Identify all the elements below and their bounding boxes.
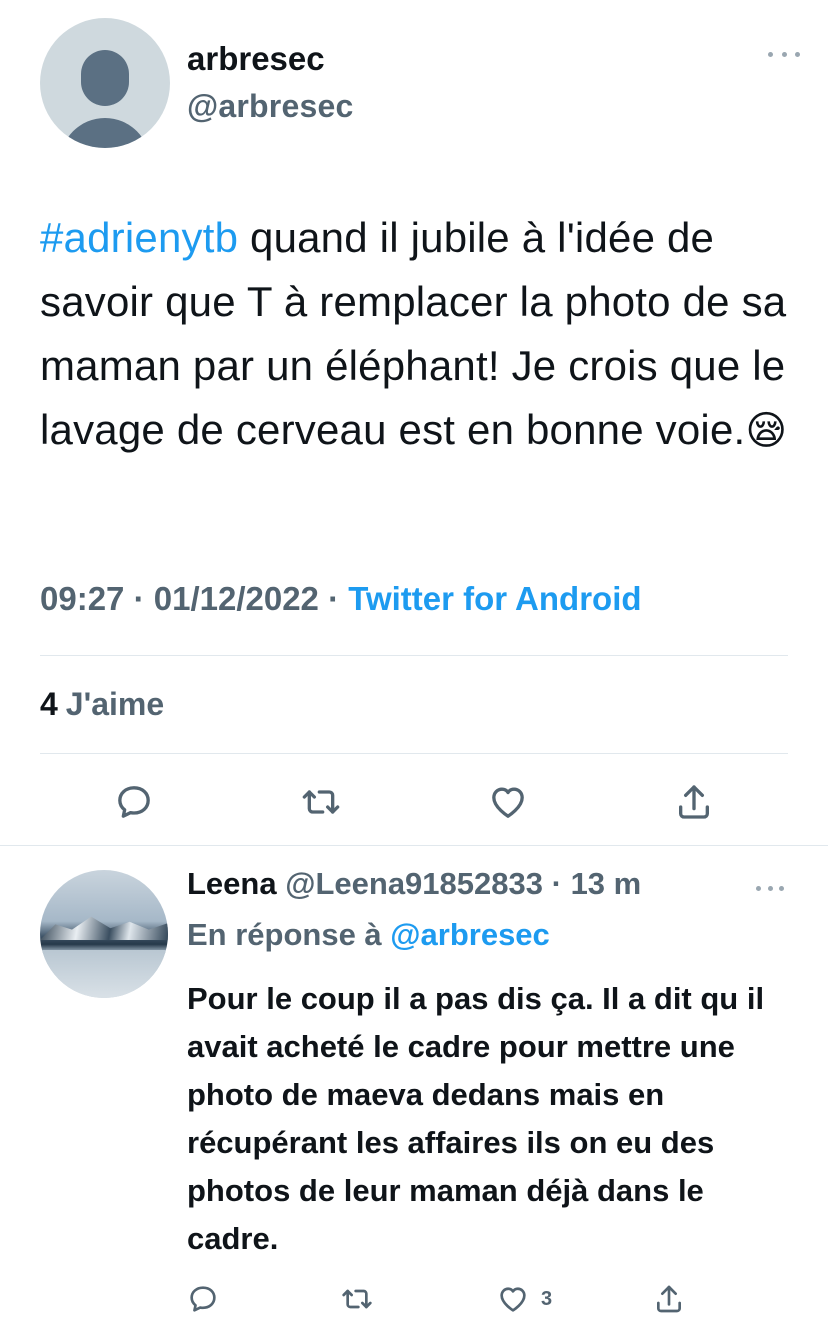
avatar-mountain-image <box>40 916 168 940</box>
divider <box>40 655 788 656</box>
share-icon <box>679 785 709 819</box>
reply-display-name[interactable]: Leena <box>187 866 277 901</box>
like-icon <box>500 1287 526 1312</box>
share-button[interactable] <box>668 776 720 828</box>
likes-label: J'aime <box>65 686 165 722</box>
meta-separator: · <box>124 580 154 617</box>
tweet-meta: 09:27 · 01/12/2022 · Twitter for Android <box>40 580 642 618</box>
section-divider <box>0 845 828 846</box>
meta-separator: · <box>318 580 349 617</box>
more-options-icon[interactable] <box>768 46 800 62</box>
tweet-time[interactable]: 09:27 <box>40 580 124 617</box>
retweet-icon <box>302 790 340 814</box>
reply-action-bar: 3 <box>187 1279 787 1319</box>
author-handle[interactable]: @arbresec <box>187 88 353 125</box>
reply-header: Leena @Leena91852833 · 13 m <box>187 866 641 902</box>
reply-like-count: 3 <box>541 1287 553 1310</box>
tweet-text: #adrienytb quand il jubile à l'idée de s… <box>40 206 800 463</box>
likes-count: 4 <box>40 686 58 722</box>
reply-age[interactable]: 13 m <box>571 866 642 901</box>
default-avatar-head-icon <box>81 50 129 106</box>
reply-icon <box>190 1286 216 1312</box>
replying-to: En réponse à @arbresec <box>187 917 550 953</box>
divider <box>40 753 788 754</box>
tweet-action-bar <box>40 776 788 828</box>
avatar-lake-image <box>40 950 168 998</box>
likes-summary[interactable]: 4 J'aime <box>40 686 164 723</box>
share-icon <box>657 1285 681 1313</box>
reply-reply-button[interactable] <box>187 1279 219 1319</box>
reply-author-avatar[interactable] <box>40 870 168 998</box>
reply-more-options-icon[interactable] <box>756 882 784 894</box>
author-display-name[interactable]: arbresec <box>187 40 325 78</box>
replying-mention-link[interactable]: @arbresec <box>390 917 550 952</box>
tweet-date[interactable]: 01/12/2022 <box>154 580 319 617</box>
reply-share-button[interactable] <box>653 1279 685 1319</box>
retweet-button[interactable] <box>295 776 347 828</box>
tweet-header: arbresec @arbresec <box>40 18 800 148</box>
tweet-detail-page: arbresec @arbresec #adrienytb quand il j… <box>0 0 828 1325</box>
reply-handle[interactable]: @Leena91852833 <box>285 866 543 901</box>
like-button[interactable] <box>482 776 534 828</box>
default-avatar-body-icon <box>60 118 150 148</box>
author-avatar[interactable] <box>40 18 170 148</box>
replying-prefix: En réponse à <box>187 917 391 952</box>
reply-retweet-button[interactable] <box>341 1279 373 1319</box>
retweet-icon <box>342 1289 372 1309</box>
reply-dot: · <box>551 866 562 901</box>
tweet-source-link[interactable]: Twitter for Android <box>348 580 641 617</box>
sleepy-face-emoji: 😪 <box>745 409 788 453</box>
reply-button[interactable] <box>108 776 160 828</box>
reply-like-button[interactable]: 3 <box>497 1279 552 1319</box>
reply-text: Pour le coup il a pas dis ça. Il a dit q… <box>187 981 765 1256</box>
reply-icon <box>118 786 150 818</box>
hashtag-link[interactable]: #adrienytb <box>40 214 238 261</box>
like-icon <box>492 787 524 818</box>
